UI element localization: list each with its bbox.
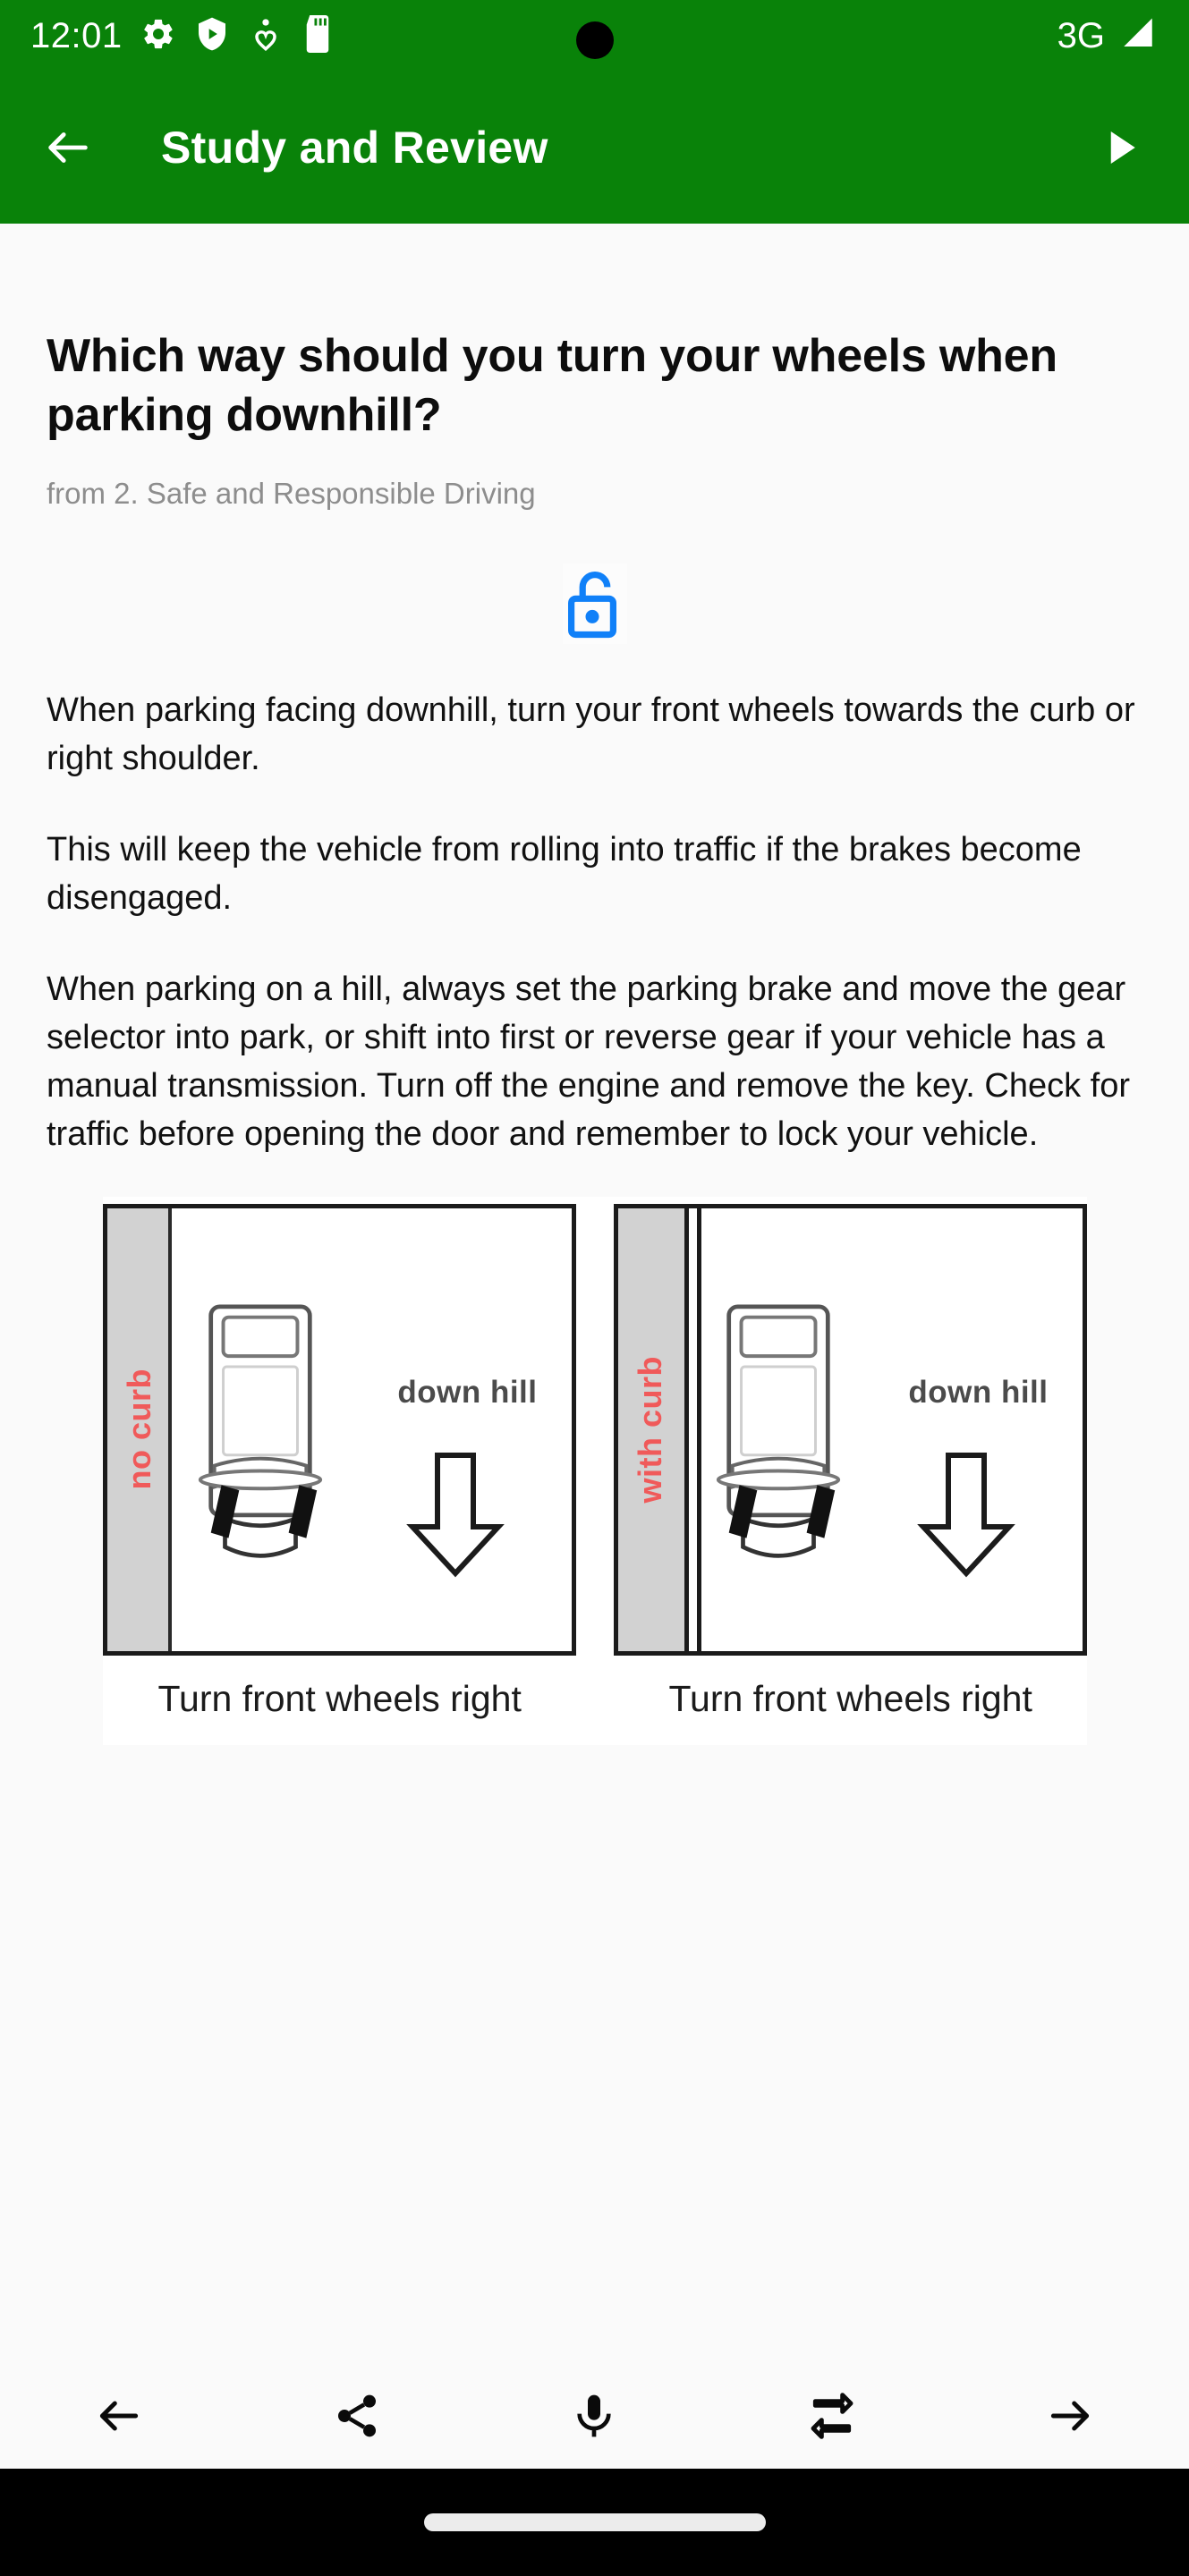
diagram-panel-no-curb: no curb down hill xyxy=(102,1203,576,1656)
diagram-captions: Turn front wheels right Turn front wheel… xyxy=(103,1656,1087,1745)
diagram-panel-with-curb: with curb down hill xyxy=(613,1203,1087,1656)
content-inner: Which way should you turn your wheels wh… xyxy=(0,326,1189,1746)
page-title: Study and Review xyxy=(161,123,548,173)
curb-edge-line-2 xyxy=(696,1208,701,1651)
downhill-label-1: down hill xyxy=(397,1374,538,1410)
curb-label-wrap-1: no curb xyxy=(111,1208,168,1651)
content-scroll-area[interactable]: Which way should you turn your wheels wh… xyxy=(0,224,1189,2363)
status-bar-left: 12:01 xyxy=(30,14,334,57)
network-type-label: 3G xyxy=(1057,16,1105,55)
source-text: from 2. Safe and Responsible Driving xyxy=(47,477,536,511)
back-button[interactable] xyxy=(30,110,106,185)
curb-label-with-curb: with curb xyxy=(631,1355,668,1504)
question-text: Which way should you turn your wheels wh… xyxy=(47,330,1057,442)
caption-with-curb: Turn front wheels right xyxy=(668,1677,1032,1719)
previous-button[interactable] xyxy=(0,2363,238,2469)
status-icon-row xyxy=(47,563,1142,644)
bottom-toolbar xyxy=(0,2363,1189,2469)
system-navigation-bar xyxy=(0,2469,1189,2576)
unlocked-padlock-icon xyxy=(562,563,627,644)
accessibility-icon xyxy=(248,16,284,56)
shield-play-icon xyxy=(194,16,230,56)
play-button[interactable] xyxy=(1083,110,1159,185)
arrow-down-icon-2 xyxy=(916,1448,1016,1587)
repeat-button[interactable] xyxy=(713,2363,951,2469)
car-illustration-1 xyxy=(190,1294,331,1585)
curb-label-wrap-2: with curb xyxy=(622,1208,679,1651)
sd-card-icon xyxy=(301,14,334,57)
next-button[interactable] xyxy=(951,2363,1189,2469)
diagram-panels: no curb down hill with curb down hill xyxy=(102,1197,1087,1656)
caption-no-curb: Turn front wheels right xyxy=(157,1677,522,1719)
home-indicator[interactable] xyxy=(423,2513,766,2531)
downhill-label-2: down hill xyxy=(908,1374,1049,1410)
car-illustration-2 xyxy=(708,1294,849,1585)
curb-label-no-curb: no curb xyxy=(120,1368,157,1490)
gear-icon xyxy=(140,16,176,56)
share-button[interactable] xyxy=(238,2363,476,2469)
status-time: 12:01 xyxy=(30,16,123,55)
explanation-paragraph-1: When parking facing downhill, turn your … xyxy=(47,691,1135,777)
status-bar: 12:01 3G xyxy=(0,0,1189,72)
parking-diagram-figure: no curb down hill with curb down hill Tu… xyxy=(102,1196,1087,1746)
explanation-paragraph-3: When parking on a hill, always set the p… xyxy=(47,970,1131,1153)
camera-cutout xyxy=(575,21,614,59)
road-edge-jagged xyxy=(167,1208,172,1651)
signal-bars-icon xyxy=(1117,15,1159,57)
arrow-down-icon-1 xyxy=(405,1448,505,1587)
explanation-paragraph-2: This will keep the vehicle from rolling … xyxy=(47,830,1082,917)
phone-screen: 12:01 3G Study and Review Which way shou… xyxy=(0,0,1189,2576)
app-bar: Study and Review xyxy=(0,72,1189,224)
microphone-button[interactable] xyxy=(476,2363,714,2469)
curb-edge-line-1 xyxy=(684,1208,689,1651)
status-bar-right: 3G xyxy=(1057,15,1159,57)
